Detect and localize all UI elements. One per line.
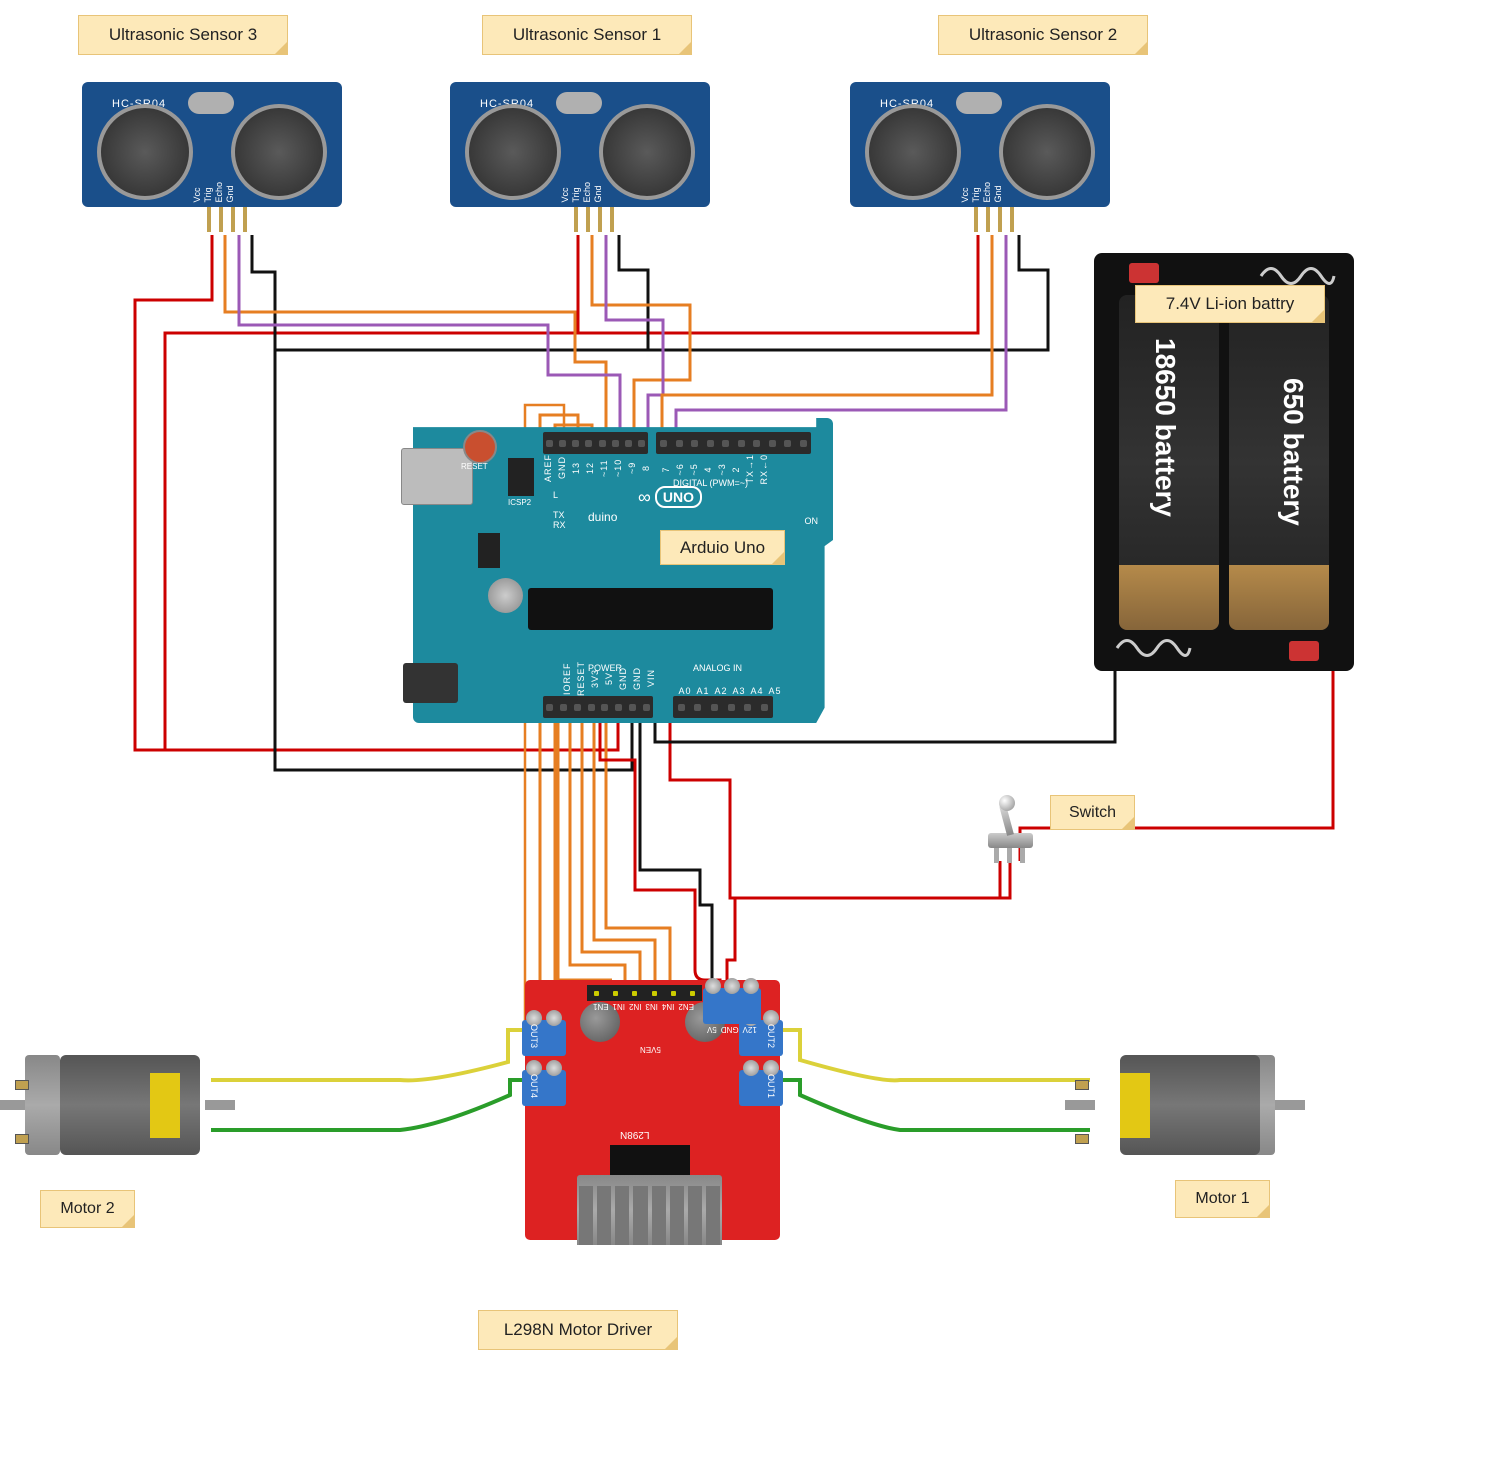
label-sensor-3: Ultrasonic Sensor 3 [78,15,288,55]
ultrasonic-sensor-1: HC-SR04 VccTrigEchoGnd [450,82,710,207]
label-switch: Switch [1050,795,1135,830]
l298n-motor-driver: OUT3 OUT4 OUT2 OUT1 EN2IN4IN3IN2IN1EN1 1… [525,980,780,1240]
label-battery: 7.4V Li-ion battry [1135,285,1325,323]
arduino-uno-board: RESET ICSP2 AREFGND1312~11~10~98 7~6~54~… [413,418,838,728]
label-arduino: Arduio Uno [660,530,785,565]
label-sensor-2: Ultrasonic Sensor 2 [938,15,1148,55]
label-sensor-1: Ultrasonic Sensor 1 [482,15,692,55]
label-motor-2: Motor 2 [40,1190,135,1228]
ultrasonic-sensor-3: HC-SR04 VccTrigEchoGnd [82,82,342,207]
power-jack-icon [403,663,458,703]
ultrasonic-sensor-2: HC-SR04 VccTrigEchoGnd [850,82,1110,207]
power-switch[interactable] [988,798,1033,863]
label-l298n: L298N Motor Driver [478,1310,678,1350]
usb-port-icon [401,448,473,505]
reset-button[interactable] [463,430,497,464]
label-motor-1: Motor 1 [1175,1180,1270,1218]
